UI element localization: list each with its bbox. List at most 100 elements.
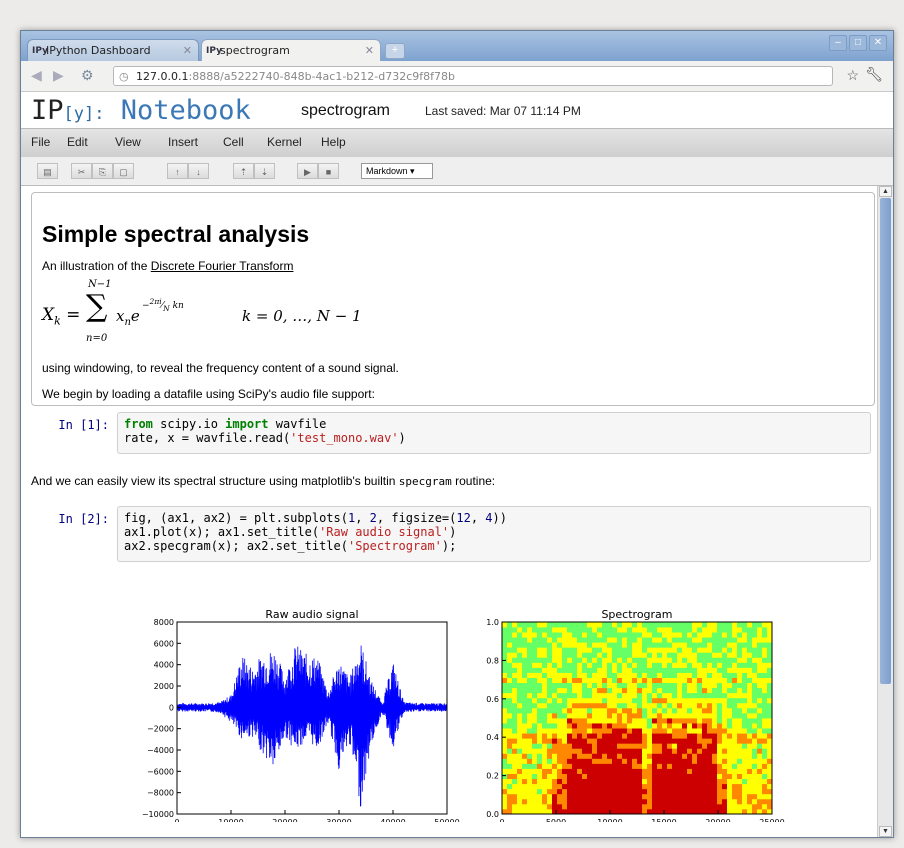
forward-icon[interactable]: ▶ (53, 67, 64, 84)
spectrogram-cell (657, 652, 663, 658)
spectrogram-cell (722, 657, 728, 663)
menu-insert[interactable]: Insert (168, 135, 198, 149)
spectrogram-cell (567, 723, 573, 729)
spectrogram-cell (692, 788, 698, 795)
spectrogram-cell (562, 783, 568, 790)
maximize-icon[interactable]: □ (849, 35, 867, 51)
spectrogram-cell (632, 793, 638, 800)
spectrogram-cell (607, 778, 613, 785)
spectrogram-cell (502, 783, 508, 790)
spectrogram-cell (642, 637, 648, 643)
tab-dashboard[interactable]: IPy IPython Dashboard ✕ (27, 39, 199, 61)
insert-below-icon[interactable]: ⇣ (254, 163, 275, 179)
spectrogram-cell (607, 723, 613, 729)
menu-help[interactable]: Help (321, 135, 346, 149)
spectrogram-cell (577, 803, 583, 810)
copy-icon[interactable]: ⎘ (92, 163, 113, 179)
spectrogram-cell (632, 778, 638, 785)
spectrogram-cell (707, 647, 713, 653)
spectrogram-cell (577, 723, 583, 729)
code-cell-2[interactable]: In [2]: fig, (ax1, ax2) = plt.subplots(1… (31, 504, 875, 562)
spectrogram-cell (582, 697, 588, 704)
spectrogram-cell (707, 803, 713, 810)
stop-icon[interactable]: ■ (318, 163, 339, 179)
spectrogram-cell (617, 712, 623, 719)
new-tab-button[interactable]: + (385, 43, 405, 59)
code-cell-1[interactable]: In [1]: from scipy.io import wavfile rat… (31, 410, 875, 458)
bookmark-star-icon[interactable]: ☆ (846, 67, 859, 84)
ipython-logo[interactable]: IP[y]: Notebook (31, 95, 251, 126)
notebook-name[interactable]: spectrogram (301, 102, 390, 120)
menu-kernel[interactable]: Kernel (267, 135, 302, 149)
spectrogram-cell (532, 733, 538, 739)
minimize-icon[interactable]: – (829, 35, 847, 51)
address-bar[interactable]: ◷ 127.0.0.1:8888/a5222740-848b-4ac1-b212… (113, 66, 833, 86)
spectrogram-cell (502, 707, 508, 714)
spectrogram-cell (617, 718, 623, 724)
move-up-icon[interactable]: ↑ (167, 163, 188, 179)
page-actions-icon[interactable]: ⚙ (81, 67, 94, 84)
menu-edit[interactable]: Edit (67, 135, 88, 149)
spectrogram-cell (582, 682, 588, 689)
close-tab-icon[interactable]: ✕ (365, 40, 374, 62)
spectrogram-cell (542, 692, 548, 699)
save-icon[interactable]: ▤ (37, 163, 58, 179)
back-icon[interactable]: ◀ (31, 67, 42, 84)
move-down-icon[interactable]: ↓ (188, 163, 209, 179)
spectrogram-cell (612, 763, 618, 769)
dft-link[interactable]: Discrete Fourier Transform (151, 259, 294, 273)
wrench-icon[interactable]: 🔧︎ (865, 66, 883, 83)
spectrogram-cell (612, 622, 618, 628)
spectrogram-cell (517, 773, 523, 780)
spectrogram-cell (577, 652, 583, 658)
spectrogram-cell (532, 793, 538, 800)
spectrogram-cell (692, 667, 698, 673)
spectrogram-cell (512, 677, 518, 684)
spectrogram-cell (557, 677, 563, 684)
y-tick-label-0: −10000 (142, 810, 174, 819)
close-window-icon[interactable]: ✕ (869, 35, 887, 51)
spectrogram-cell (552, 672, 558, 678)
spectrogram-cell (737, 783, 743, 790)
cut-icon[interactable]: ✂ (71, 163, 92, 179)
close-tab-icon[interactable]: ✕ (183, 40, 192, 62)
spectrogram-cell (632, 682, 638, 689)
code-input[interactable]: from scipy.io import wavfile rate, x = w… (117, 412, 871, 454)
spectrogram-cell (517, 647, 523, 653)
spectrogram-cell (607, 783, 613, 790)
paste-icon[interactable]: ▢ (113, 163, 134, 179)
spectrogram-cell (727, 738, 733, 744)
spectrogram-cell (642, 687, 648, 694)
spectrogram-cell (737, 647, 743, 653)
spectrogram-cell (617, 793, 623, 800)
spectrogram-cell (692, 733, 698, 739)
cell-type-select[interactable]: Markdown ▾ (361, 163, 433, 179)
spectrogram-cell (597, 662, 603, 668)
spectrogram-cell (757, 723, 763, 729)
spectrogram-cell (712, 667, 718, 673)
insert-above-icon[interactable]: ⇡ (233, 163, 254, 179)
spectrogram-cell (707, 728, 713, 734)
menu-view[interactable]: View (115, 135, 141, 149)
vertical-scrollbar[interactable]: ▲ ▼ (877, 186, 893, 837)
menu-cell[interactable]: Cell (223, 135, 244, 149)
spectrogram-cell (657, 662, 663, 668)
code-input[interactable]: fig, (ax1, ax2) = plt.subplots(1, 2, fig… (117, 506, 871, 562)
spectrogram-cell (622, 637, 628, 643)
menu-file[interactable]: File (31, 135, 50, 149)
page-icon: ◷ (119, 70, 129, 83)
spectrogram-cell (572, 627, 578, 633)
tab-spectrogram[interactable]: IPy spectrogram ✕ (201, 39, 381, 61)
scroll-up-icon[interactable]: ▲ (879, 186, 892, 197)
scroll-down-icon[interactable]: ▼ (879, 826, 892, 837)
spectrogram-cell (582, 743, 588, 749)
spectrogram-cell (597, 728, 603, 734)
spectrogram-cell (542, 788, 548, 795)
spectrogram-cell (537, 702, 543, 709)
scroll-thumb[interactable] (880, 198, 891, 684)
spectrogram-cell (627, 707, 633, 714)
spectrogram-cell (537, 768, 543, 774)
run-icon[interactable]: ▶ (297, 163, 318, 179)
markdown-cell[interactable]: Simple spectral analysis An illustration… (31, 192, 875, 406)
spectrogram-cell (537, 637, 543, 643)
